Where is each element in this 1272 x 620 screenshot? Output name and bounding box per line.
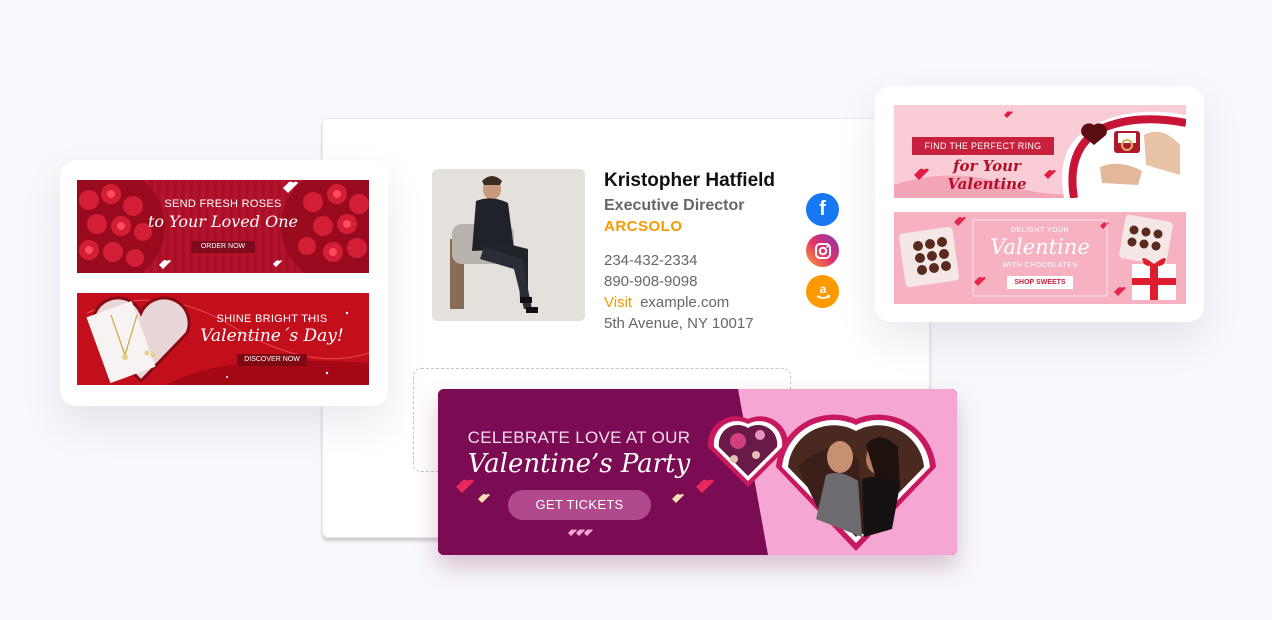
signature-job-title: Executive Director — [604, 197, 745, 214]
facebook-icon[interactable]: f — [806, 193, 839, 226]
jewelry-banner-headline: SHINE BRIGHT THIS — [216, 313, 328, 325]
ring-banner[interactable]: FIND THE PERFECT RING for Your Valentine — [894, 105, 1186, 198]
ring-banner-subheadline: for Your Valentine — [947, 157, 1027, 193]
roses-banner-headline: SEND FRESH ROSES — [164, 198, 282, 210]
signature-address: 5th Avenue, NY 10017 — [604, 315, 754, 332]
shop-sweets-button[interactable]: SHOP SWEETS — [1007, 276, 1073, 289]
jewelry-banner[interactable]: SHINE BRIGHT THIS Valentine´s Day! DISCO… — [77, 293, 369, 385]
roses-banner-subheadline: to Your Loved One — [148, 212, 298, 231]
get-tickets-button[interactable]: GET TICKETS — [508, 490, 651, 520]
signature-phone-2: 890-908-9098 — [604, 273, 698, 290]
party-banner[interactable]: CELEBRATE LOVE AT OUR Valentine’s Party … — [438, 389, 957, 555]
order-now-button[interactable]: ORDER NOW — [191, 241, 255, 253]
chocolates-banner-headline: DELIGHT YOUR — [1010, 227, 1070, 234]
roses-banner[interactable]: SEND FRESH ROSES to Your Loved One ORDER… — [77, 180, 369, 273]
party-banner-title: Valentine’s Party — [467, 449, 691, 479]
svg-text:a: a — [819, 282, 826, 296]
website-link[interactable]: example.com — [640, 294, 729, 311]
chocolates-banner-title: Valentine — [990, 235, 1090, 259]
signature-website-row: Visit example.com — [604, 294, 729, 311]
jewelry-banner-subheadline: Valentine´s Day! — [200, 326, 344, 346]
ring-banner-headline: FIND THE PERFECT RING — [912, 137, 1054, 155]
signature-phone-1: 234-432-2334 — [604, 252, 698, 269]
party-banner-headline: CELEBRATE LOVE AT OUR — [467, 428, 691, 447]
visit-label: Visit — [604, 294, 633, 311]
amazon-icon[interactable]: a — [806, 275, 839, 308]
chocolates-banner-subheadline: WITH CHOCOLATES — [1002, 262, 1078, 269]
instagram-icon[interactable] — [806, 234, 839, 267]
signature-company: ARCSOLO — [604, 218, 683, 235]
discover-now-button[interactable]: DISCOVER NOW — [237, 354, 307, 366]
profile-photo — [432, 169, 585, 321]
signature-name: Kristopher Hatfield — [604, 170, 776, 191]
chocolates-banner[interactable]: DELIGHT YOUR Valentine WITH CHOCOLATES S… — [894, 212, 1186, 304]
